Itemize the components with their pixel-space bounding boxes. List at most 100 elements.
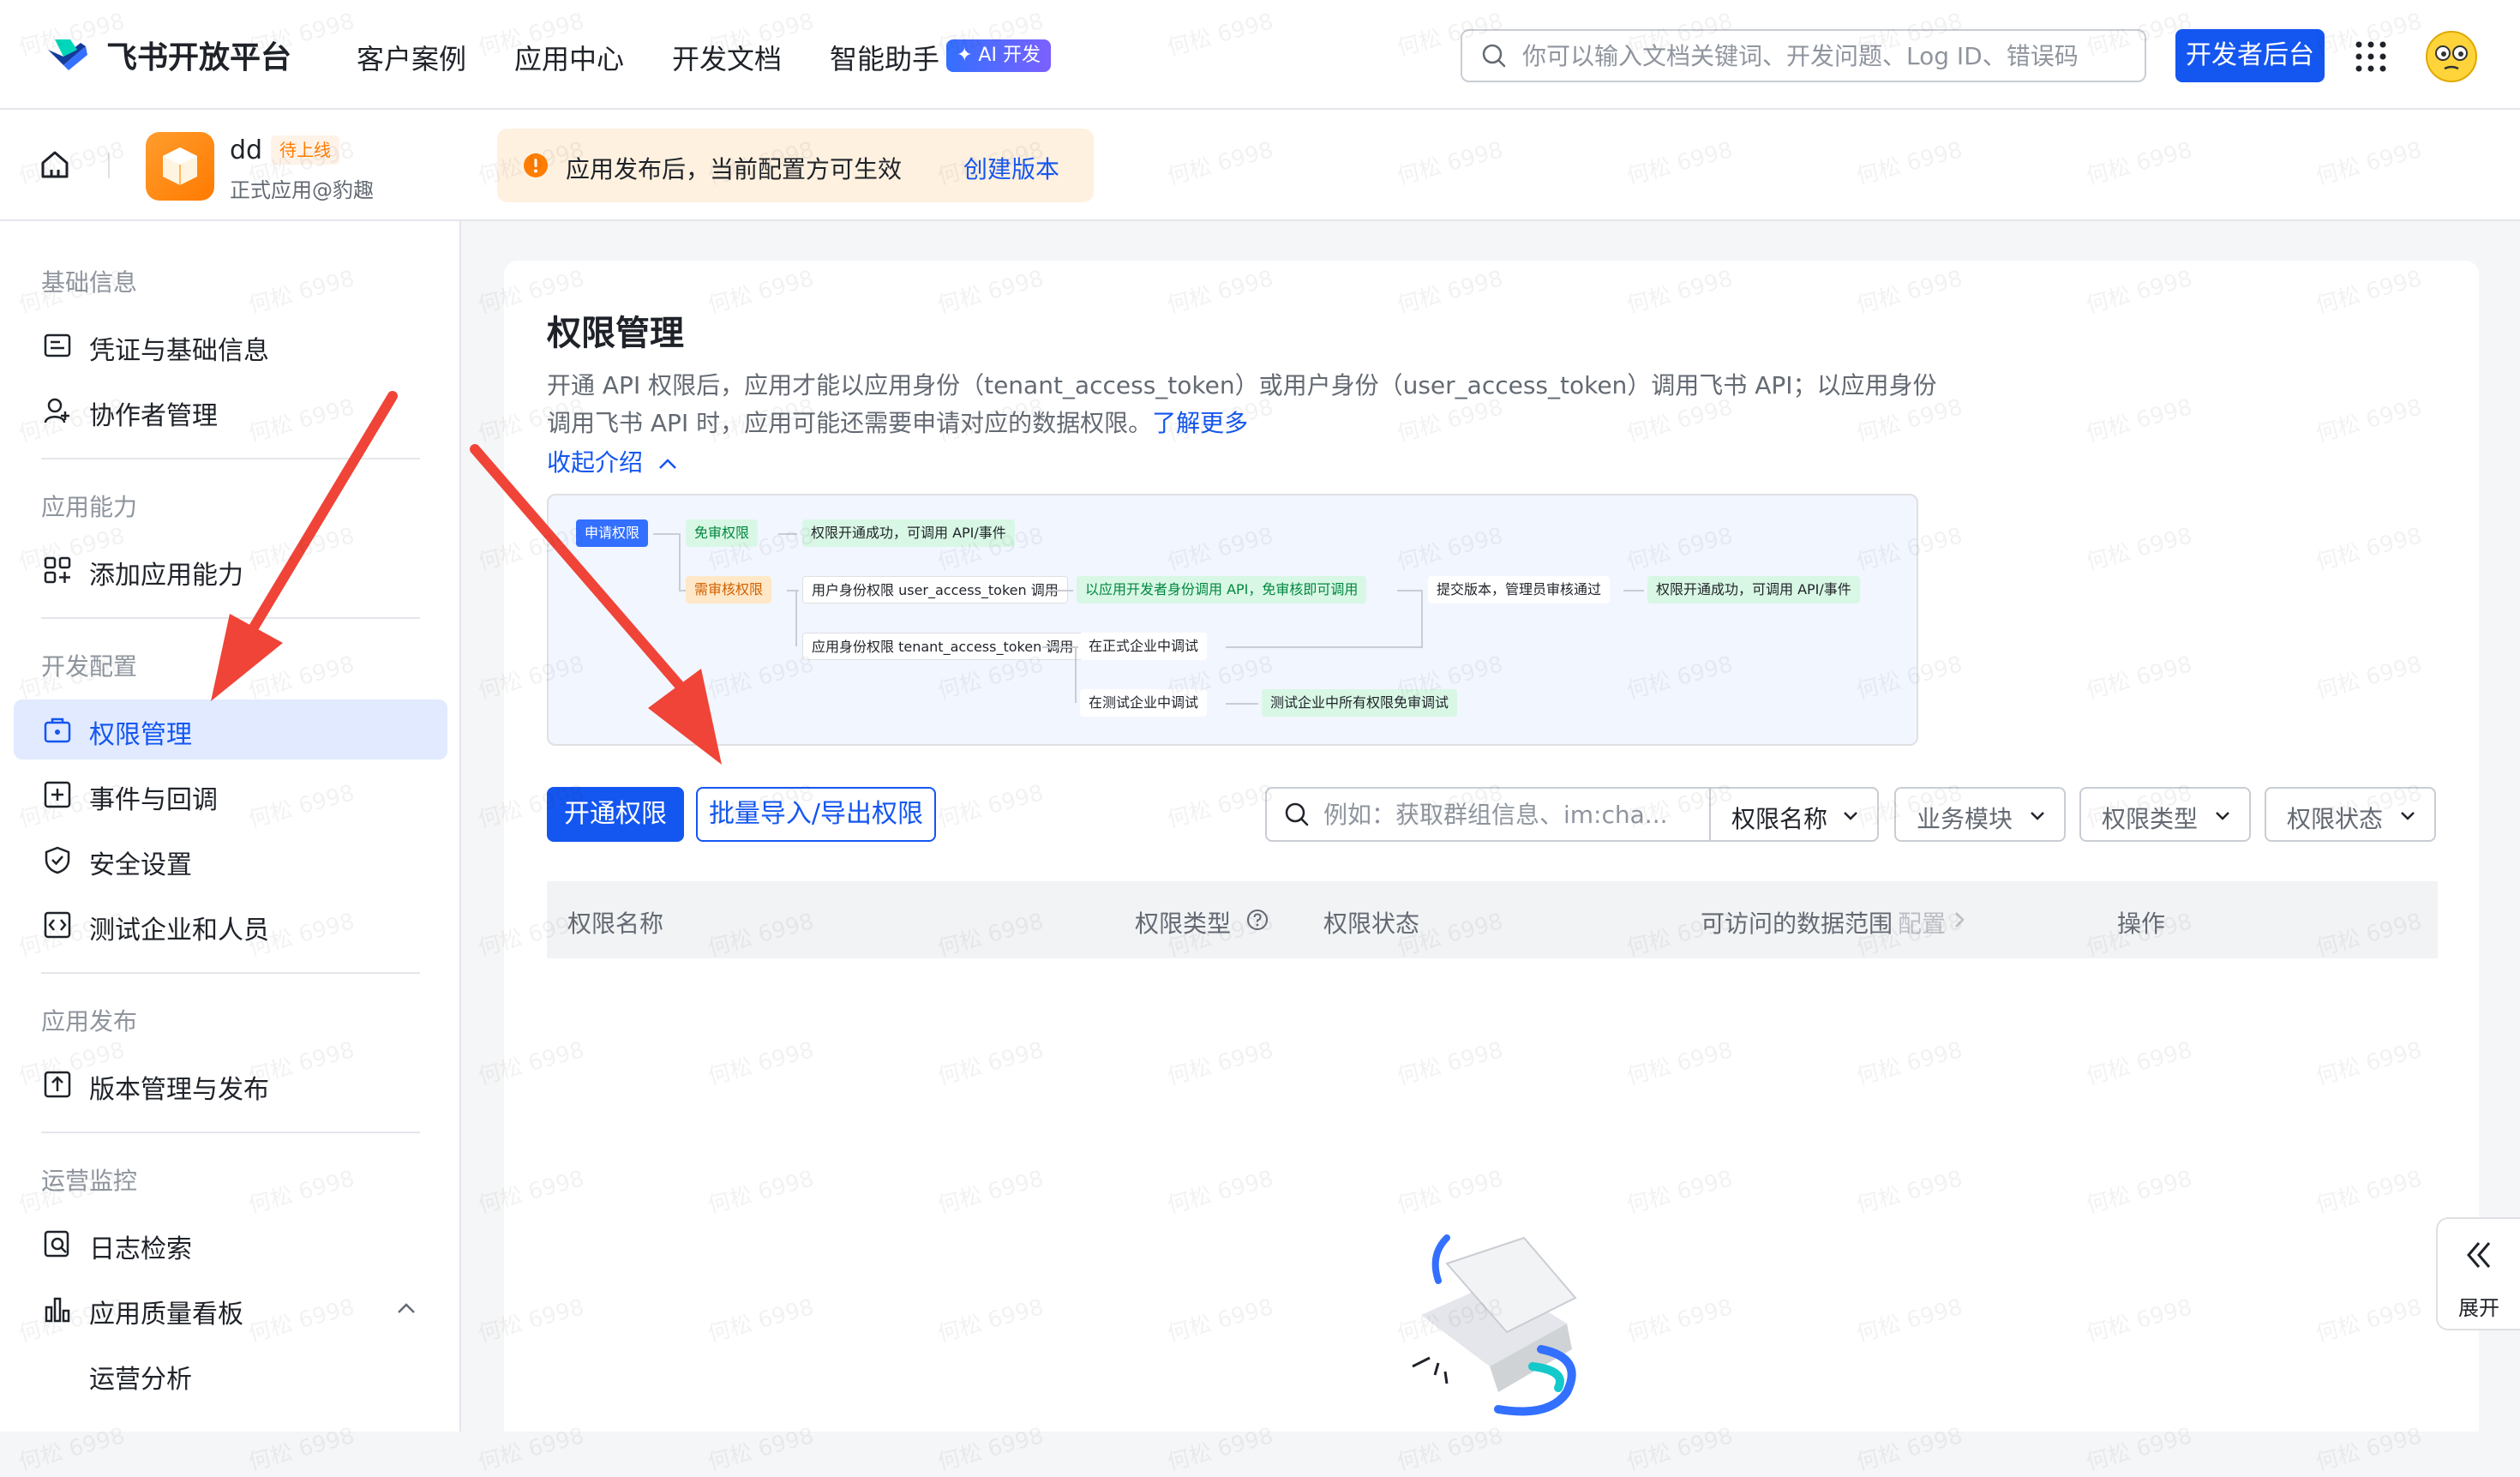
chevron-right-icon — [1955, 912, 1965, 928]
expand-label: 展开 — [2458, 1296, 2499, 1320]
batch-import-export-button[interactable]: 批量导入/导出权限 — [696, 787, 936, 842]
sidebar-item-permissions[interactable]: 权限管理 — [14, 699, 447, 760]
page-description: 开通 API 权限后，应用才能以应用身份（tenant_access_token… — [547, 367, 1961, 442]
column-actions: 操作 — [2117, 910, 2166, 938]
flow-connector — [1042, 646, 1078, 648]
sidebar-divider — [41, 617, 420, 619]
flow-connector — [653, 533, 679, 535]
flow-connector — [795, 590, 797, 646]
shield-icon — [45, 846, 70, 874]
flow-no-review-result: 权限开通成功，可调用 API/事件 — [802, 519, 1015, 547]
permission-card: 权限管理 开通 API 权限后，应用才能以应用身份（tenant_access_… — [504, 261, 2479, 1432]
nav-app-center[interactable]: 应用中心 — [514, 38, 624, 77]
learn-more-link[interactable]: 了解更多 — [1152, 409, 1248, 437]
permission-table-header: 权限名称 权限类型 权限状态 可访问的数据范围 配置 操作 — [547, 881, 2438, 958]
sidebar-item-label: 测试企业和人员 — [89, 916, 269, 946]
credential-icon — [44, 333, 71, 357]
chevron-up-icon[interactable] — [396, 1301, 417, 1315]
flow-connector — [1623, 590, 1644, 591]
chevron-down-icon — [2401, 812, 2415, 820]
sidebar-item-label: 应用质量看板 — [89, 1300, 243, 1330]
permission-search[interactable] — [1265, 787, 1711, 842]
collapse-intro-button[interactable]: 收起介绍 — [547, 444, 678, 478]
select-label: 权限类型 — [2102, 805, 2199, 833]
sidebar-item-versions[interactable]: 版本管理与发布 — [14, 1054, 447, 1114]
app-name: dd — [230, 135, 263, 165]
apps-grid-icon[interactable] — [2354, 39, 2388, 74]
sidebar-subitem-ops-analysis[interactable]: 运营分析 — [89, 1358, 192, 1396]
flow-connector — [1046, 590, 1073, 591]
sidebar-item-log-search[interactable]: 日志检索 — [14, 1214, 447, 1274]
flow-connector — [1226, 703, 1258, 705]
warning-icon — [524, 153, 548, 177]
app-subtitle: 正式应用@豹趣 — [230, 178, 374, 202]
app-icon — [146, 132, 214, 201]
chevron-down-icon — [2031, 812, 2044, 820]
flow-review-result: 权限开通成功，可调用 API/事件 — [1647, 576, 1860, 603]
section-basic-info: 基础信息 — [41, 268, 138, 297]
configure-scope-link[interactable]: 配置 — [1898, 905, 1946, 940]
column-permission-name: 权限名称 — [567, 910, 664, 938]
sidebar-item-quality-board[interactable]: 应用质量看板 — [14, 1279, 447, 1339]
column-permission-status: 权限状态 — [1323, 910, 1420, 938]
sidebar-item-label: 权限管理 — [89, 720, 192, 750]
sidebar-item-label: 凭证与基础信息 — [89, 336, 269, 366]
permission-name-select[interactable]: 权限名称 — [1709, 787, 1879, 842]
sidebar-item-label: 版本管理与发布 — [89, 1075, 269, 1105]
sidebar-item-add-capability[interactable]: 添加应用能力 — [14, 540, 447, 600]
section-dev-config: 开发配置 — [41, 652, 138, 681]
help-icon[interactable] — [1246, 909, 1269, 931]
column-data-scope: 可访问的数据范围 — [1701, 910, 1893, 938]
upload-icon — [44, 1071, 71, 1098]
column-permission-type: 权限类型 — [1135, 910, 1232, 938]
log-search-icon — [44, 1230, 69, 1258]
brand-logo[interactable]: 飞书开放平台 — [43, 31, 291, 79]
grid-add-icon — [44, 556, 71, 584]
sidebar-item-label: 事件与回调 — [89, 785, 218, 815]
sidebar-divider — [41, 972, 420, 974]
page-title: 权限管理 — [547, 314, 684, 353]
flow-app-identity: 应用身份权限 tenant_access_token 调用 — [802, 633, 1083, 660]
flow-connector — [1075, 646, 1077, 703]
sidebar-item-events[interactable]: 事件与回调 — [14, 765, 447, 825]
search-icon — [1285, 802, 1309, 826]
brand-name: 飞书开放平台 — [106, 40, 292, 75]
nav-dev-docs[interactable]: 开发文档 — [672, 38, 782, 77]
sidebar-item-collaborators[interactable]: 协作者管理 — [14, 381, 447, 441]
flow-test-result: 测试企业中所有权限免审调试 — [1262, 689, 1458, 717]
sidebar: 基础信息 凭证与基础信息 协作者管理 应用能力 添加应用能力 开发配置 权限管理… — [0, 221, 461, 1432]
sidebar-item-test-tenant[interactable]: 测试企业和人员 — [14, 895, 447, 955]
chevron-down-icon — [1844, 812, 1857, 820]
permission-search-input[interactable] — [1322, 799, 1685, 830]
user-avatar[interactable] — [2426, 31, 2477, 82]
create-version-link[interactable]: 创建版本 — [963, 151, 1059, 185]
nav-smart-assistant[interactable]: 智能助手 — [830, 38, 939, 77]
sidebar-item-security[interactable]: 安全设置 — [14, 830, 447, 890]
flow-connector — [1226, 646, 1423, 648]
global-search-input[interactable] — [1521, 40, 2124, 71]
feishu-logo-icon — [48, 39, 87, 70]
app-status-badge: 待上线 — [271, 135, 339, 165]
expand-panel-button[interactable]: 展开 — [2436, 1217, 2520, 1330]
developer-console-button[interactable]: 开发者后台 — [2175, 29, 2325, 82]
home-icon[interactable] — [38, 147, 72, 182]
flow-connector — [1397, 590, 1423, 591]
select-label: 权限名称 — [1731, 805, 1828, 833]
chevron-down-icon — [2216, 812, 2229, 820]
header-divider — [108, 153, 110, 178]
sidebar-divider — [41, 1132, 420, 1133]
nav-customer-cases[interactable]: 客户案例 — [357, 38, 466, 77]
sidebar-item-credentials[interactable]: 凭证与基础信息 — [14, 315, 447, 375]
collapse-label: 收起介绍 — [547, 448, 644, 477]
global-search[interactable] — [1461, 29, 2146, 82]
flow-dev-identity: 以应用开发者身份调用 API，免审核即可调用 — [1077, 576, 1367, 603]
sidebar-item-label: 日志检索 — [89, 1234, 192, 1264]
sidebar-divider — [41, 458, 420, 459]
flow-connector — [679, 533, 681, 590]
top-navigation: 飞书开放平台 客户案例 应用中心 开发文档 智能助手 ✦ AI 开发 开发者后台 — [0, 0, 2520, 110]
chevron-up-icon — [659, 459, 676, 469]
enable-permission-button[interactable]: 开通权限 — [547, 787, 684, 842]
permission-type-select[interactable]: 权限类型 — [2079, 787, 2251, 842]
permission-status-select[interactable]: 权限状态 — [2265, 787, 2436, 842]
business-module-select[interactable]: 业务模块 — [1894, 787, 2066, 842]
